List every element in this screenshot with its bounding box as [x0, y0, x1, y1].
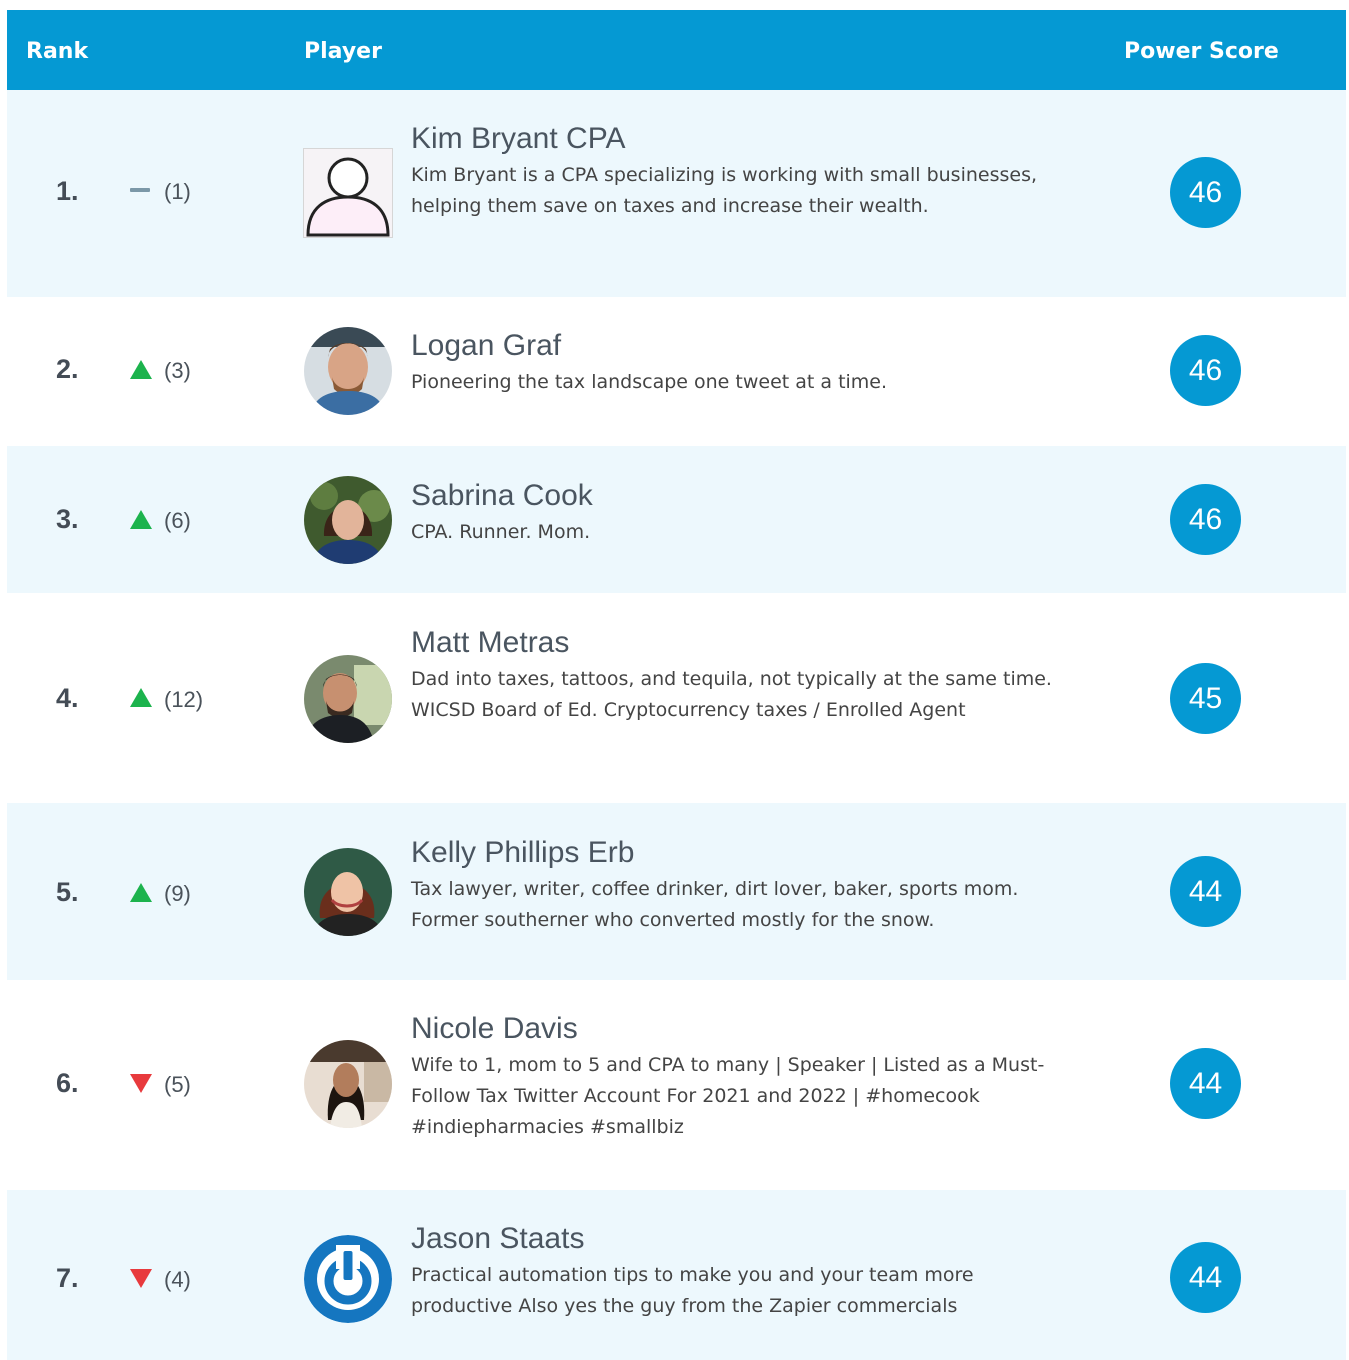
table-header: Rank Player Power Score [7, 10, 1346, 90]
table-row[interactable]: 5. (9) Kelly Phillips Erb Tax lawyer, wr… [7, 803, 1346, 980]
player-name[interactable]: Kelly Phillips Erb [411, 836, 1061, 870]
table-row[interactable]: 7. (4) Jason Staats Practical automation… [7, 1190, 1346, 1360]
player-name[interactable]: Nicole Davis [411, 1012, 1061, 1046]
previous-rank: (6) [164, 508, 191, 533]
rank-number: 1. [56, 176, 79, 206]
player-name[interactable]: Sabrina Cook [411, 479, 1061, 513]
trend-up-icon [130, 510, 152, 530]
power-score-badge: 44 [1170, 856, 1241, 927]
previous-rank: (9) [164, 881, 191, 906]
trend-up-icon [130, 360, 152, 380]
power-score-column-header[interactable]: Power Score [1124, 39, 1279, 64]
rank-number: 7. [56, 1263, 79, 1293]
player-avatar[interactable] [304, 848, 392, 936]
player-bio: Wife to 1, mom to 5 and CPA to many | Sp… [411, 1054, 1045, 1138]
player-name[interactable]: Logan Graf [411, 329, 1061, 363]
table-row[interactable]: 4. (12) Matt Metras Dad into taxes, tatt… [7, 593, 1346, 803]
trend-down-icon [130, 1074, 152, 1094]
previous-rank: (12) [164, 687, 204, 712]
player-name[interactable]: Matt Metras [411, 626, 1061, 660]
previous-rank: (1) [164, 179, 191, 204]
previous-rank: (4) [164, 1267, 191, 1292]
player-name[interactable]: Kim Bryant CPA [411, 122, 1061, 156]
player-bio: Practical automation tips to make you an… [411, 1264, 974, 1317]
rank-number: 6. [56, 1068, 79, 1098]
power-score-badge: 44 [1170, 1242, 1241, 1313]
trend-unchanged-icon [130, 180, 152, 200]
trend-up-icon [130, 688, 152, 708]
table-row[interactable]: 1. (1) Kim Bryant CPA Kim Bryant is a CP… [7, 90, 1346, 297]
rank-number: 5. [56, 877, 79, 907]
power-score-badge: 46 [1170, 157, 1241, 228]
rank-number: 2. [56, 354, 79, 384]
table-row[interactable]: 6. (5) Nicole Davis Wife to 1, mom to 5 … [7, 980, 1346, 1190]
table-row[interactable]: 2. (3) Logan Graf Pioneering the tax lan… [7, 297, 1346, 446]
player-bio: CPA. Runner. Mom. [411, 521, 591, 543]
rank-number: 4. [56, 683, 79, 713]
power-logo-icon[interactable] [304, 1235, 392, 1323]
power-score-badge: 45 [1170, 663, 1241, 734]
rank-number: 3. [56, 504, 79, 534]
player-avatar[interactable] [304, 655, 392, 743]
player-avatar[interactable] [304, 327, 392, 415]
trend-down-icon [130, 1269, 152, 1289]
player-bio: Tax lawyer, writer, coffee drinker, dirt… [411, 878, 1019, 931]
player-bio: Kim Bryant is a CPA specializing is work… [411, 164, 1038, 217]
previous-rank: (3) [164, 358, 191, 383]
player-bio: Pioneering the tax landscape one tweet a… [411, 371, 888, 393]
power-score-badge: 46 [1170, 335, 1241, 406]
rank-column-header[interactable]: Rank [26, 39, 88, 64]
player-name[interactable]: Jason Staats [411, 1222, 1061, 1256]
power-score-badge: 44 [1170, 1048, 1241, 1119]
player-column-header[interactable]: Player [304, 39, 382, 64]
player-avatar[interactable] [304, 1040, 392, 1128]
power-score-badge: 46 [1170, 484, 1241, 555]
leaderboard: Rank Player Power Score 1. (1) Kim Bryan… [7, 10, 1346, 1360]
trend-up-icon [130, 883, 152, 903]
default-user-avatar-icon[interactable] [304, 149, 392, 237]
player-avatar[interactable] [304, 476, 392, 564]
table-row[interactable]: 3. (6) Sabrina Cook CPA. Runner. Mom. 46 [7, 446, 1346, 593]
player-bio: Dad into taxes, tattoos, and tequila, no… [411, 668, 1052, 721]
previous-rank: (5) [164, 1072, 191, 1097]
